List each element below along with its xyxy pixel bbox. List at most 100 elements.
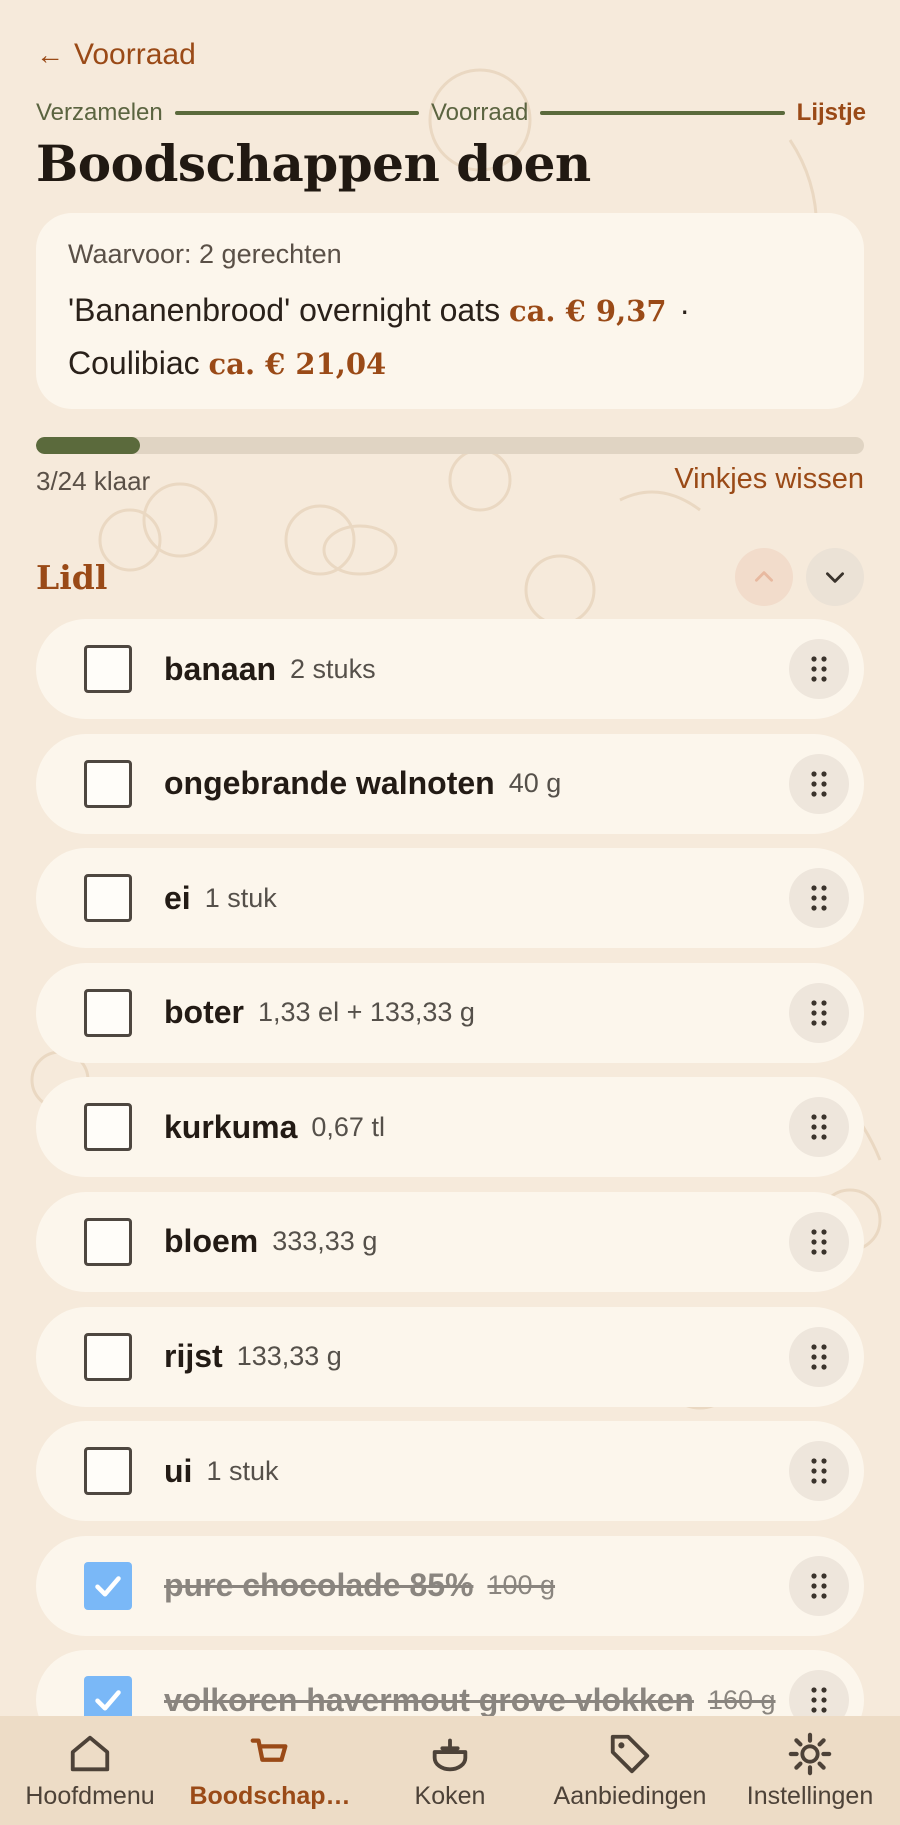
store-title: Lidl (36, 558, 108, 597)
drag-handle[interactable] (789, 1555, 849, 1616)
checkbox[interactable] (84, 874, 132, 923)
nav-label: Hoofdmenu (25, 1782, 155, 1810)
item-text: ongebrande walnoten 40 g (164, 734, 561, 834)
recipe-name: 'Bananenbrood' overnight oats (68, 292, 501, 328)
arrow-left-icon: ← (36, 39, 64, 70)
cooking-pot-icon (426, 1730, 474, 1778)
nav-settings[interactable]: Instellingen (720, 1716, 900, 1825)
drag-handle-icon (811, 1114, 827, 1140)
move-store-up-button[interactable] (735, 548, 793, 606)
item-name: banaan (164, 650, 277, 687)
item-text: banaan 2 stuks (164, 619, 376, 719)
list-item[interactable]: boter 1,33 el + 133,33 g (36, 962, 864, 1063)
checkbox[interactable] (84, 759, 132, 808)
back-link[interactable]: ← Voorraad (36, 38, 196, 72)
item-name: kurkuma (164, 1108, 298, 1145)
item-name: boter (164, 994, 244, 1031)
item-name: volkoren havermout grove vlokken (164, 1681, 694, 1718)
recipe-price: ca. € 21,04 (208, 347, 387, 381)
item-name: ongebrande walnoten (164, 765, 495, 802)
item-quantity: 160 g (707, 1684, 776, 1715)
item-name: pure chocolade 85% (164, 1567, 474, 1604)
gear-icon (786, 1730, 834, 1778)
drag-handle-icon (811, 1458, 827, 1484)
drag-handle-icon (811, 885, 827, 911)
nav-home[interactable]: Hoofdmenu (0, 1716, 180, 1825)
checkbox[interactable] (84, 1447, 132, 1496)
drag-handle[interactable] (789, 1097, 849, 1158)
back-label: Voorraad (74, 38, 196, 71)
drag-handle-icon (811, 1343, 827, 1370)
item-name: ei (164, 879, 191, 916)
item-text: ei 1 stuk (164, 848, 277, 948)
bottom-navigation: Hoofdmenu Boodschap… Koken Aanbiedingen … (0, 1716, 900, 1825)
checkbox[interactable] (84, 1332, 132, 1381)
separator: · (679, 292, 691, 328)
nav-label: Boodschap… (189, 1782, 351, 1810)
checkbox[interactable] (84, 1103, 132, 1152)
drag-handle[interactable] (789, 982, 849, 1043)
progress-stepper: Verzamelen Voorraad Lijstje (36, 98, 866, 128)
checkbox[interactable] (84, 1217, 132, 1266)
page-title: Boodschappen doen (36, 134, 591, 193)
drag-handle[interactable] (789, 639, 849, 699)
drag-handle[interactable] (789, 1326, 849, 1387)
progress-fill (36, 437, 140, 454)
summary-label: Waarvoor: 2 gerechten (68, 239, 342, 269)
nav-shopping[interactable]: Boodschap… (180, 1716, 360, 1825)
step-connector (174, 111, 419, 115)
checkbox[interactable] (84, 988, 132, 1037)
shopping-list: banaan 2 stuks ongebrande walnoten 40 g ei 1 … (36, 619, 864, 1765)
item-quantity: 0,67 tl (311, 1111, 385, 1142)
nav-offers[interactable]: Aanbiedingen (540, 1716, 720, 1825)
checkbox[interactable] (84, 645, 132, 693)
drag-handle-icon (811, 1687, 827, 1713)
list-item[interactable]: kurkuma 0,67 tl (36, 1077, 864, 1178)
drag-handle-icon (811, 770, 827, 797)
progress-bar (36, 437, 864, 454)
nav-label: Aanbiedingen (553, 1782, 707, 1810)
drag-handle[interactable] (789, 1441, 849, 1502)
shopping-cart-icon (246, 1730, 294, 1778)
item-quantity: 40 g (508, 768, 562, 799)
recipe-summary: 'Bananenbrood' overnight oats ca. € 9,37… (68, 284, 832, 390)
list-item[interactable]: ei 1 stuk (36, 848, 864, 949)
item-quantity: 100 g (487, 1570, 556, 1601)
nav-cooking[interactable]: Koken (360, 1716, 540, 1825)
item-text: rijst 133,33 g (164, 1307, 342, 1407)
list-item[interactable]: ongebrande walnoten 40 g (36, 733, 864, 834)
list-item[interactable]: bloem 333,33 g (36, 1191, 864, 1292)
item-quantity: 1 stuk (204, 882, 277, 913)
item-quantity: 133,33 g (236, 1341, 342, 1372)
drag-handle[interactable] (789, 868, 849, 929)
item-text: pure chocolade 85% 100 g (164, 1536, 555, 1636)
checkmark-icon (95, 1690, 121, 1711)
item-name: rijst (164, 1338, 223, 1375)
drag-handle[interactable] (789, 1211, 849, 1272)
list-item[interactable]: ui 1 stuk (36, 1421, 864, 1522)
home-icon (66, 1730, 114, 1778)
recipe-name: Coulibiac (68, 345, 200, 381)
step-list[interactable]: Lijstje (797, 99, 866, 127)
summary-card: Waarvoor: 2 gerechten 'Bananenbrood' ove… (36, 213, 864, 409)
clear-checks-button[interactable]: Vinkjes wissen (674, 463, 864, 496)
drag-handle-icon (811, 1573, 827, 1599)
item-quantity: 1,33 el + 133,33 g (258, 997, 475, 1028)
move-store-down-button[interactable] (806, 548, 864, 606)
drag-handle-icon (811, 656, 827, 682)
item-text: bloem 333,33 g (164, 1192, 377, 1292)
item-quantity: 2 stuks (290, 653, 376, 684)
item-text: boter 1,33 el + 133,33 g (164, 963, 475, 1063)
item-text: kurkuma 0,67 tl (164, 1077, 385, 1177)
list-item[interactable]: banaan 2 stuks (36, 619, 864, 719)
checkbox-checked[interactable] (84, 1561, 132, 1610)
item-quantity: 1 stuk (206, 1455, 279, 1486)
list-item[interactable]: pure chocolade 85% 100 g (36, 1535, 864, 1636)
drag-handle[interactable] (789, 753, 849, 814)
drag-handle-icon (811, 1000, 827, 1026)
list-item[interactable]: rijst 133,33 g (36, 1306, 864, 1407)
step-collect[interactable]: Verzamelen (36, 99, 163, 127)
shopping-screen: ← Voorraad Verzamelen Voorraad Lijstje B… (0, 0, 900, 1825)
step-pantry[interactable]: Voorraad (431, 99, 528, 127)
drag-handle-icon (811, 1229, 827, 1255)
